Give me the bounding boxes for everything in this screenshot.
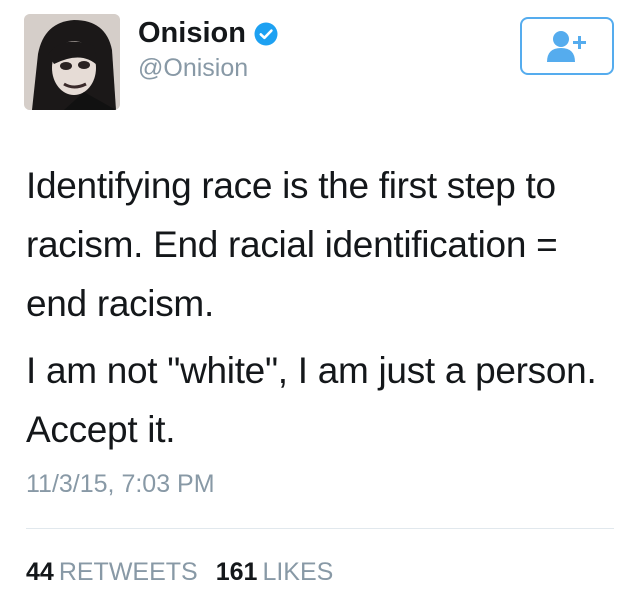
likes-label: LIKES bbox=[262, 558, 334, 586]
follow-user-icon bbox=[547, 31, 586, 62]
likes-stat[interactable]: 161 LIKES bbox=[216, 558, 334, 587]
divider bbox=[26, 528, 614, 529]
retweets-count: 44 bbox=[26, 558, 54, 586]
verified-badge-icon bbox=[254, 22, 278, 46]
follow-button[interactable] bbox=[520, 17, 614, 75]
tweet-paragraph-2: I am not "white", I am just a person. Ac… bbox=[26, 350, 597, 450]
tweet-timestamp[interactable]: 11/3/15, 7:03 PM bbox=[26, 470, 215, 499]
avatar[interactable] bbox=[24, 14, 120, 110]
user-handle[interactable]: @Onision bbox=[138, 54, 248, 83]
tweet-paragraph-1: Identifying race is the first step to ra… bbox=[26, 165, 558, 324]
tweet-text: Identifying race is the first step to ra… bbox=[26, 156, 621, 459]
display-name[interactable]: Onision bbox=[138, 17, 246, 50]
likes-count: 161 bbox=[215, 558, 258, 586]
tweet-stats: 44 RETWEETS 161 LIKES bbox=[26, 558, 333, 587]
avatar-photo bbox=[24, 14, 120, 110]
user-name-row: Onision bbox=[138, 17, 278, 50]
retweets-label: RETWEETS bbox=[58, 558, 198, 586]
retweets-stat[interactable]: 44 RETWEETS bbox=[26, 558, 198, 587]
